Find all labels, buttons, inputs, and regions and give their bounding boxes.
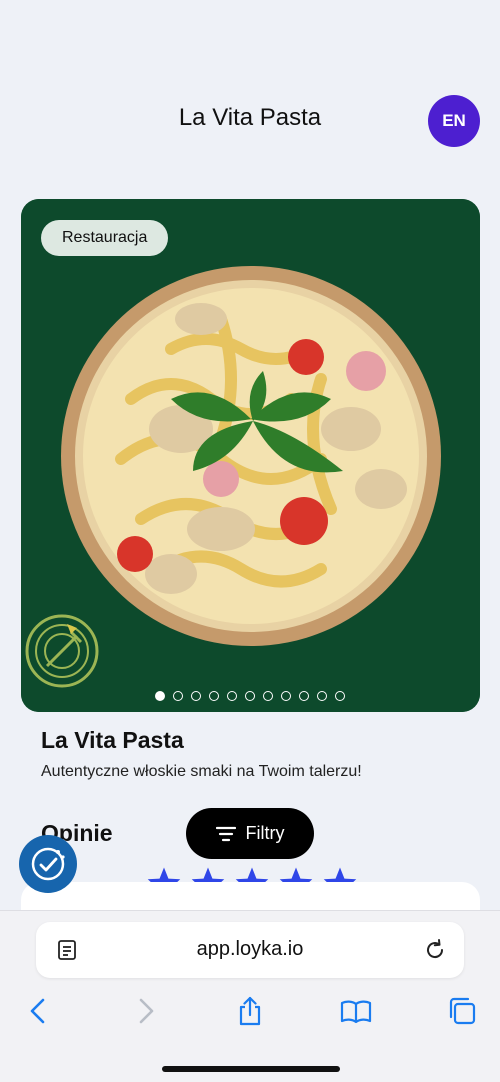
carousel-pagination[interactable]: [155, 691, 345, 701]
food-check-icon: [31, 847, 65, 881]
page-title: La Vita Pasta: [178, 104, 322, 131]
bookmarks-icon[interactable]: [340, 995, 372, 1027]
share-icon[interactable]: [234, 995, 266, 1027]
category-badge: Restauracja: [41, 220, 169, 256]
reload-icon[interactable]: [422, 937, 448, 963]
carousel-dot[interactable]: [317, 691, 327, 701]
carousel-dot[interactable]: [191, 691, 201, 701]
help-button[interactable]: [19, 835, 77, 893]
carousel-dot[interactable]: [335, 691, 345, 701]
carousel-dot[interactable]: [245, 691, 255, 701]
carousel-dot[interactable]: [173, 691, 183, 701]
filter-button[interactable]: Filtry: [186, 808, 314, 859]
carousel-dot[interactable]: [299, 691, 309, 701]
carousel-dot[interactable]: [281, 691, 291, 701]
restaurant-name: La Vita Pasta: [41, 727, 184, 753]
app-header: La Vita Pasta EN: [0, 0, 500, 190]
carousel-dot[interactable]: [227, 691, 237, 701]
filter-button-label: Filtry: [245, 823, 285, 843]
restaurant-tagline: Autentyczne włoskie smaki na Twoim taler…: [41, 763, 362, 780]
forward-icon[interactable]: [130, 995, 162, 1027]
carousel-dot[interactable]: [155, 691, 165, 701]
carousel-dot[interactable]: [209, 691, 219, 701]
filter-lines-icon: [215, 826, 236, 841]
tabs-icon[interactable]: [446, 995, 478, 1027]
carousel-dot[interactable]: [263, 691, 273, 701]
home-indicator: [162, 1066, 340, 1072]
language-button[interactable]: EN: [428, 95, 480, 147]
restaurant-logo-icon: [25, 614, 99, 688]
back-icon[interactable]: [22, 995, 54, 1027]
